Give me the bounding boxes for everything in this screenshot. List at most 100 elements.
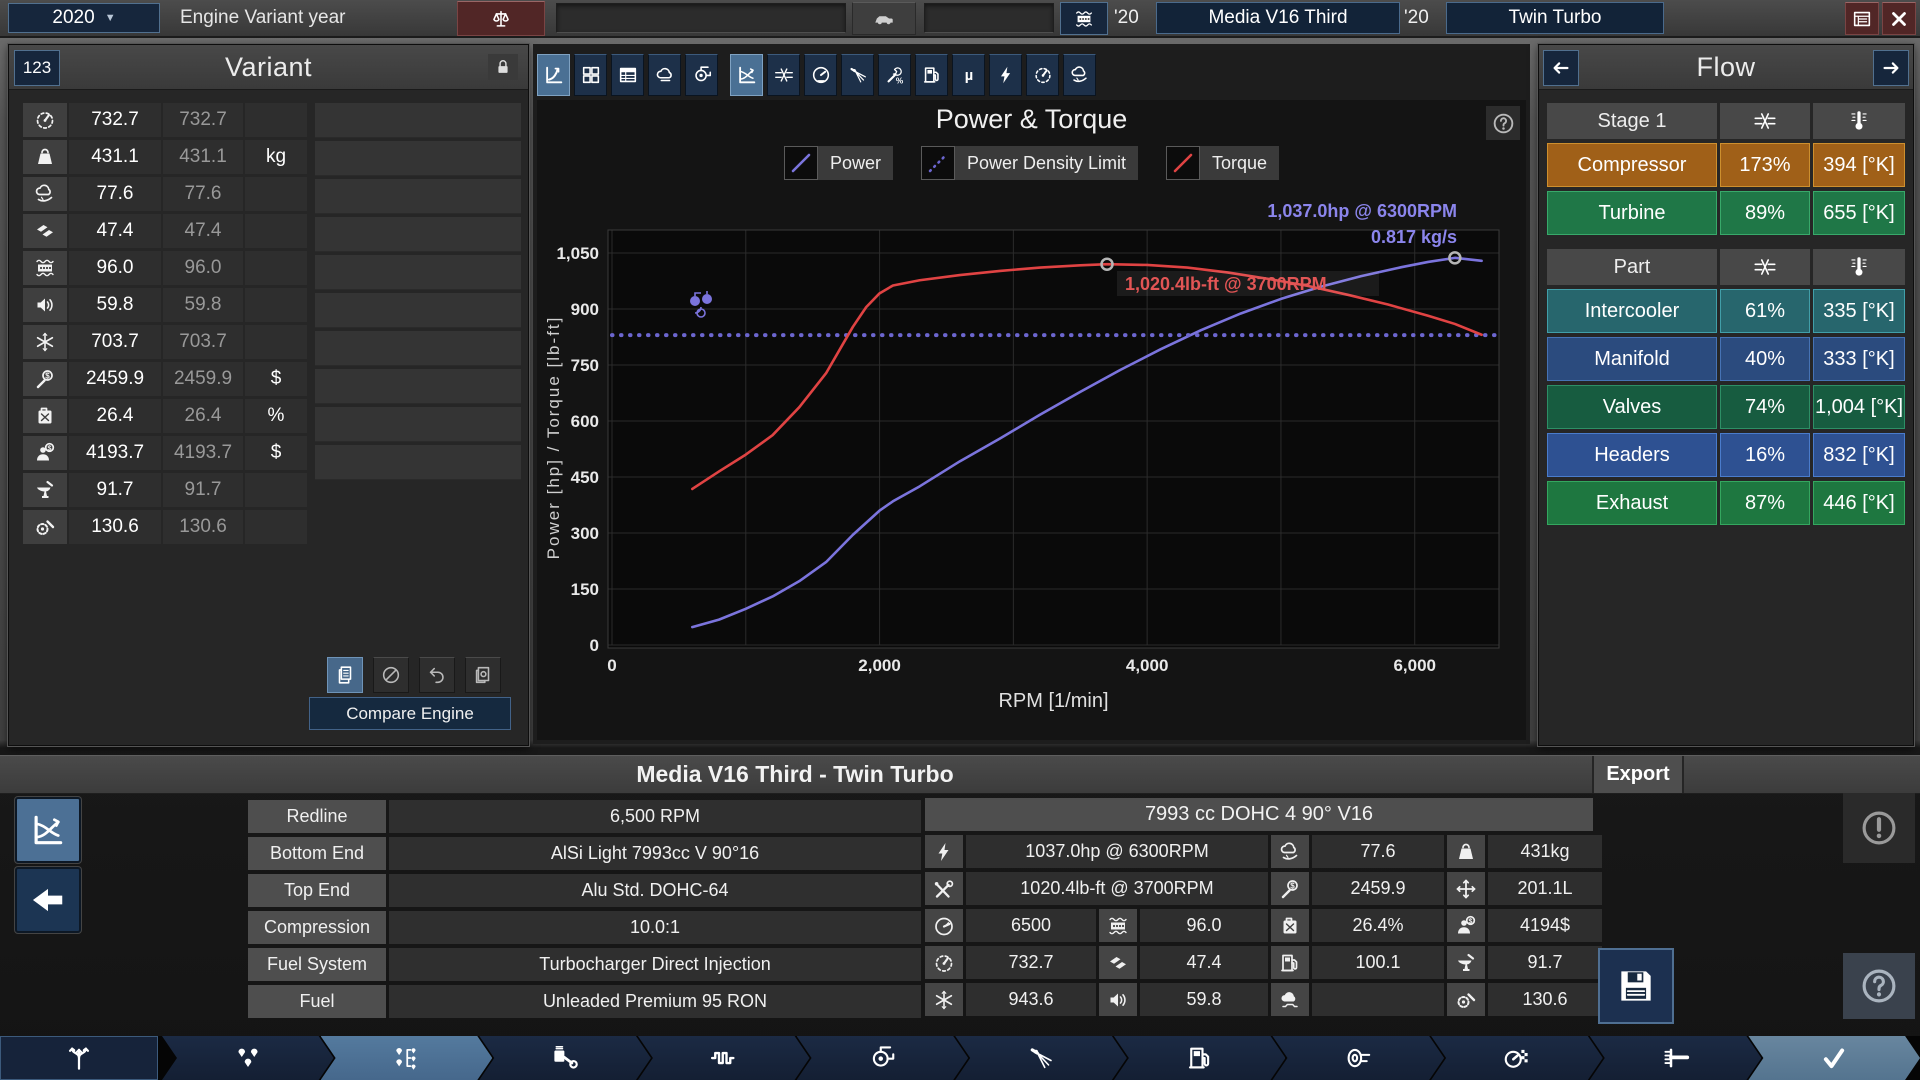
flow-part-name: Intercooler	[1547, 289, 1717, 333]
tab-spray[interactable]	[955, 1036, 1127, 1080]
flow-next-button[interactable]	[1873, 50, 1909, 86]
exhaust-pipe-icon	[1661, 1043, 1691, 1073]
toolbar-data-table-button[interactable]	[611, 54, 644, 96]
stat-unit: $	[245, 436, 307, 470]
numeric-mode-badge[interactable]: 123	[14, 50, 60, 86]
tab-check[interactable]	[1748, 1036, 1920, 1080]
flow-prev-button[interactable]	[1543, 50, 1579, 86]
legend-power-density-limit[interactable]: Power Density Limit	[921, 146, 1138, 180]
flow-table-header: Part	[1547, 249, 1905, 285]
undo-button[interactable]	[419, 657, 455, 693]
stats-value: 91.7	[1488, 946, 1602, 979]
smoothness-icon	[1069, 64, 1091, 86]
stats-value: 77.6	[1312, 835, 1444, 868]
flow-row-intercooler: Intercooler 61% 335 [°K]	[1547, 289, 1905, 333]
toolbar-spray-button[interactable]	[841, 54, 874, 96]
engine-name-tab[interactable]: Media V16 Third	[1156, 2, 1400, 34]
variant-panel-header: 123 Variant	[9, 45, 528, 90]
fuel-pump-icon	[921, 64, 943, 86]
help-icon	[1858, 965, 1900, 1007]
lock-button[interactable]	[488, 54, 518, 80]
tab-exhaust-pipe[interactable]	[1590, 1036, 1762, 1080]
flow-panel-title: Flow	[1539, 45, 1913, 89]
toolbar-graph-button[interactable]	[730, 54, 763, 96]
graph-type-group: %µ	[730, 54, 1096, 94]
toolbar-gauge-button[interactable]	[804, 54, 837, 96]
toolbar-cloud-button[interactable]	[648, 54, 681, 96]
help-icon	[1491, 111, 1516, 136]
toolbar-bolt-button[interactable]	[989, 54, 1022, 96]
flow-part-name: Compressor	[1547, 143, 1717, 187]
responsiveness-icon	[23, 103, 67, 137]
toolbar-smoothness-button[interactable]	[1063, 54, 1096, 96]
tab-piston[interactable]	[479, 1036, 651, 1080]
tab-crankshaft[interactable]	[638, 1036, 810, 1080]
chart-help-button[interactable]	[1486, 106, 1520, 140]
service-cost-icon: $	[1271, 872, 1309, 905]
stat-value: 732.7	[69, 103, 161, 137]
turbo-icon	[691, 64, 713, 86]
summary-button[interactable]	[1845, 2, 1879, 35]
variant-stat-row: 91.7 91.7	[23, 473, 307, 507]
tab-family-tree[interactable]	[0, 1036, 158, 1080]
tab-engine-layout[interactable]	[162, 1036, 334, 1080]
tab-muffler[interactable]	[1272, 1036, 1444, 1080]
stat-value: 59.8	[69, 288, 161, 322]
variant-tree-icon	[391, 1043, 421, 1073]
paste-button[interactable]	[465, 657, 501, 693]
toolbar-grid-button[interactable]	[574, 54, 607, 96]
warnings-button[interactable]	[1843, 793, 1915, 863]
export-button[interactable]: Export	[1592, 756, 1684, 793]
legend-label: Power Density Limit	[955, 146, 1138, 180]
compare-scales-button[interactable]	[457, 1, 545, 36]
spec-value: Turbocharger Direct Injection	[389, 948, 921, 981]
help-button[interactable]	[1843, 953, 1915, 1019]
toolbar-wrench-pct-button[interactable]: %	[878, 54, 911, 96]
variant-stat-row: 431.1 431.1 kg	[23, 140, 307, 174]
toolbar-fuel-pump-button[interactable]	[915, 54, 948, 96]
toolbar-turbo-button[interactable]	[685, 54, 718, 96]
forbid-button[interactable]	[373, 657, 409, 693]
stats-row: 650096.026.4%$4194$	[925, 909, 1593, 942]
legend-torque[interactable]: Torque	[1166, 146, 1279, 180]
copy-button[interactable]	[327, 657, 363, 693]
graphs-view-button[interactable]	[15, 797, 81, 863]
svg-text:0: 0	[590, 636, 599, 655]
stats-value: 4194$	[1488, 909, 1602, 942]
comparison-empty-row	[315, 293, 521, 328]
stat-value-secondary: 96.0	[163, 251, 243, 285]
variant-name-tab[interactable]: Twin Turbo	[1446, 2, 1664, 34]
svg-text:150: 150	[571, 580, 599, 599]
airflow-icon	[1720, 249, 1810, 285]
back-button[interactable]	[15, 867, 81, 933]
compare-engine-button[interactable]: Compare Engine	[309, 697, 511, 730]
warning-icon	[1858, 807, 1900, 849]
stat-value: 431.1	[69, 140, 161, 174]
save-button[interactable]	[1598, 948, 1674, 1024]
variant-stat-row: 77.6 77.6	[23, 177, 307, 211]
spec-row: Bottom End AlSi Light 7993cc V 90°16	[248, 837, 921, 870]
close-button[interactable]	[1882, 2, 1916, 35]
empty-field-1	[556, 3, 846, 33]
toolbar-responsiveness-button[interactable]	[1026, 54, 1059, 96]
toolbar-mu-button[interactable]: µ	[952, 54, 985, 96]
tab-dyno[interactable]	[1431, 1036, 1603, 1080]
year-dropdown[interactable]: 2020 ▼	[8, 3, 160, 33]
flow-percent: 61%	[1720, 289, 1810, 333]
svg-text:1,050: 1,050	[556, 244, 599, 263]
toolbar-chart-curve-button[interactable]	[537, 54, 570, 96]
tab-fuel-pump[interactable]	[1114, 1036, 1286, 1080]
variant-stat-row: 732.7 732.7	[23, 103, 307, 137]
tab-turbo[interactable]	[797, 1036, 969, 1080]
legend-swatch	[784, 146, 818, 180]
car-button[interactable]	[852, 2, 916, 35]
legend-power[interactable]: Power	[784, 146, 893, 180]
spec-row: Fuel Unleaded Premium 95 RON	[248, 985, 921, 1018]
svg-text:µ: µ	[964, 68, 972, 84]
engine-family-button[interactable]	[1060, 2, 1108, 35]
flow-table-header: Stage 1	[1547, 103, 1905, 139]
spec-value: Unleaded Premium 95 RON	[389, 985, 921, 1018]
svg-text:1,020.4lb-ft @ 3700RPM: 1,020.4lb-ft @ 3700RPM	[1125, 274, 1327, 294]
tab-variant-tree[interactable]	[321, 1036, 493, 1080]
toolbar-airflow-button[interactable]	[767, 54, 800, 96]
